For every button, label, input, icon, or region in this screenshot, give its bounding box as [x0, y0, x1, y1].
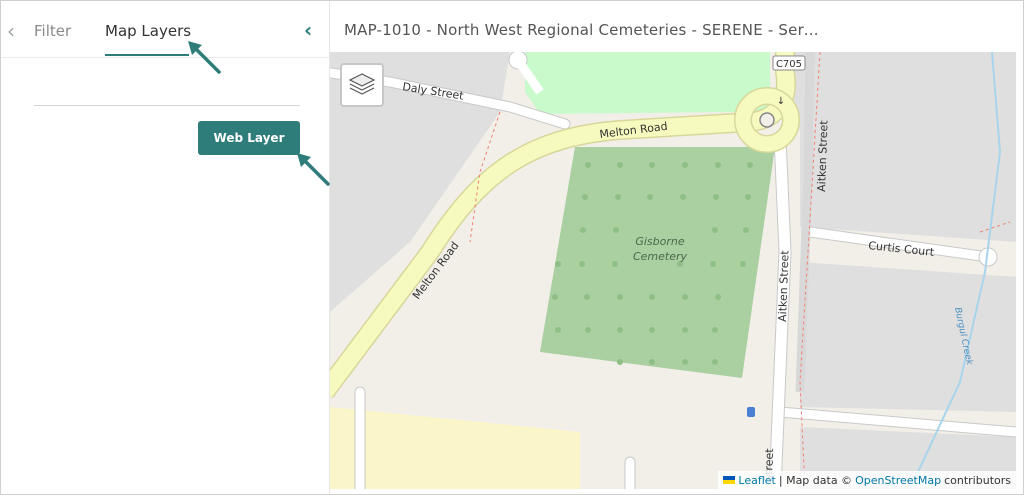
annotation-arrow-icon — [188, 41, 221, 74]
label-cemetery-1: Gisborne — [635, 235, 685, 248]
panel-tab-bar: ‹ Filter Map Layers ‹ — [1, 1, 329, 58]
label-aitken-street-mid: Aitken Street — [776, 249, 792, 322]
attribution-contributors: contributors — [944, 473, 1011, 487]
tab-map-layers[interactable]: Map Layers — [105, 22, 191, 40]
label-cemetery-2: Cemetery — [633, 250, 688, 263]
map-attribution: Leaflet | Map data © OpenStreetMap contr… — [718, 471, 1016, 489]
chevron-left-icon[interactable]: ‹ — [7, 19, 15, 43]
layers-icon — [348, 73, 376, 95]
svg-text:↓: ↓ — [777, 96, 785, 107]
leaflet-link[interactable]: Leaflet — [738, 474, 775, 487]
map-title: MAP-1010 - North West Regional Cemeterie… — [344, 21, 824, 39]
collapse-panel-icon[interactable]: ‹ — [304, 18, 312, 42]
panel-divider — [34, 105, 300, 106]
label-curtis-court: Curtis Court — [868, 239, 936, 259]
side-panel: ‹ Filter Map Layers ‹ Web Layer — [1, 1, 330, 494]
active-tab-indicator — [105, 54, 189, 56]
svg-text:C705: C705 — [776, 59, 802, 70]
web-layer-button[interactable]: Web Layer — [198, 121, 300, 155]
tab-filter[interactable]: Filter — [34, 22, 71, 40]
map-canvas[interactable]: Daly Street Melton Road Melton Road Aitk… — [330, 52, 1016, 489]
map-tiles: Daly Street Melton Road Melton Road Aitk… — [330, 52, 1016, 489]
label-aitken-street: Aitken Street — [815, 119, 831, 192]
attribution-separator: | Map data © — [778, 473, 853, 487]
openstreetmap-link[interactable]: OpenStreetMap — [855, 474, 941, 487]
bus-stop-icon — [747, 407, 755, 417]
map-pane: MAP-1010 - North West Regional Cemeterie… — [330, 1, 1023, 494]
layers-control-button[interactable] — [340, 63, 384, 107]
park-area — [525, 52, 770, 114]
ukraine-flag-icon — [723, 476, 736, 484]
annotation-arrow-icon — [297, 153, 330, 186]
